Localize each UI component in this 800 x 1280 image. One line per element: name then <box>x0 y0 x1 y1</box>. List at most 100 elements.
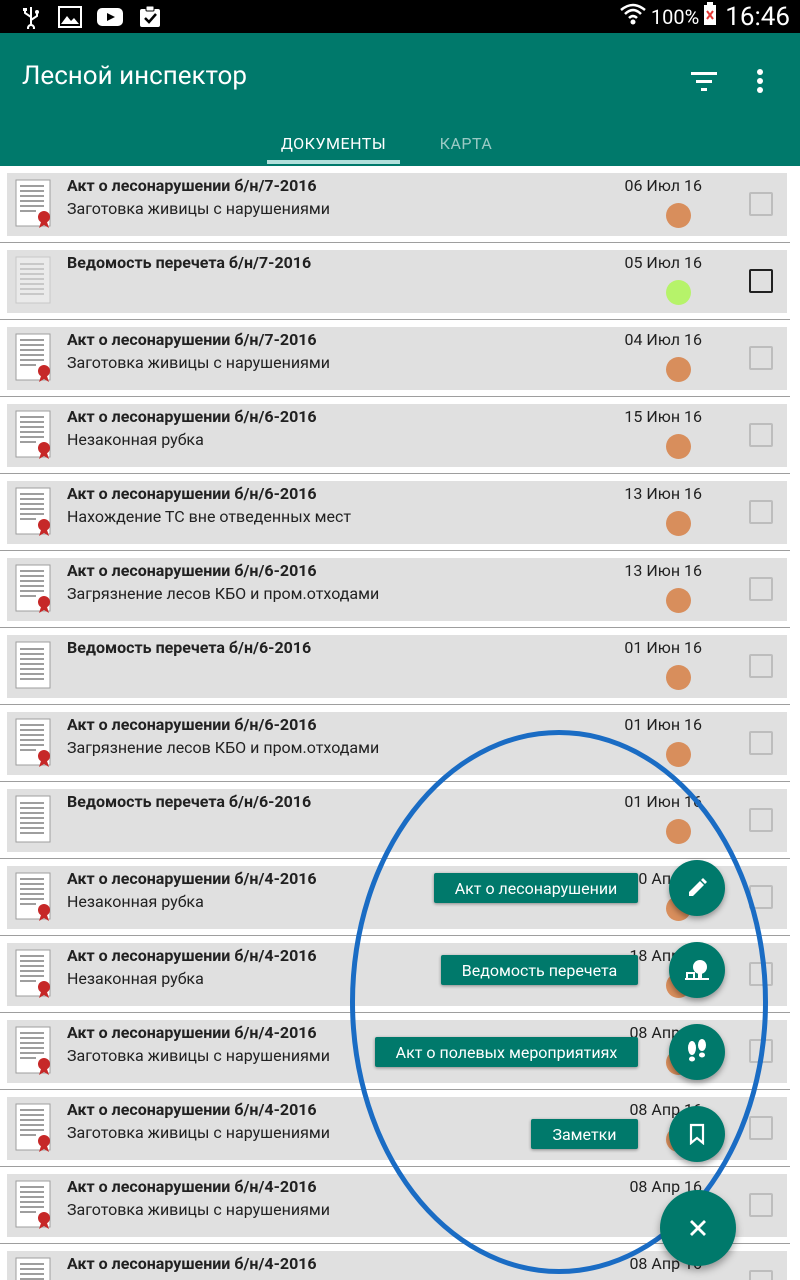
filter-button[interactable] <box>680 57 728 105</box>
act-document-icon <box>15 564 53 614</box>
act-document-icon <box>15 1257 53 1280</box>
fab-label-violation-act[interactable]: Акт о лесонарушении <box>434 873 638 903</box>
act-document-icon <box>15 333 53 383</box>
document-card[interactable]: Акт о лесонарушении б/н/4-2016 08 Апр 16 <box>7 1251 787 1280</box>
more-vert-icon <box>757 69 763 93</box>
row-checkbox[interactable] <box>749 731 773 755</box>
battery-percentage: 100% <box>650 4 700 29</box>
document-title: Акт о лесонарушении б/н/4-2016 <box>67 1023 317 1042</box>
row-checkbox[interactable] <box>749 423 773 447</box>
row-checkbox[interactable] <box>749 577 773 601</box>
status-indicator <box>666 511 691 536</box>
fab-label-notes[interactable]: Заметки <box>531 1119 638 1149</box>
document-title: Ведомость перечета б/н/7-2016 <box>67 253 312 272</box>
document-title: Акт о лесонарушении б/н/4-2016 <box>67 869 317 888</box>
document-subtitle: Заготовка живицы с нарушениями <box>67 353 330 372</box>
fab-label-statement[interactable]: Ведомость перечета <box>441 955 638 985</box>
document-row[interactable]: Акт о лесонарушении б/н/6-2016 Загрязнени… <box>0 551 790 628</box>
act-document-icon <box>15 487 53 537</box>
row-checkbox[interactable] <box>749 1116 773 1140</box>
document-subtitle: Заготовка живицы с нарушениями <box>67 1046 330 1065</box>
act-document-icon <box>15 1180 53 1230</box>
document-card[interactable]: Акт о лесонарушении б/н/6-2016 Незаконная… <box>7 404 787 467</box>
document-title: Ведомость перечета б/н/6-2016 <box>67 638 312 657</box>
app-bar: Лесной инспектор ДОКУМЕНТЫ КАРТА <box>0 33 800 166</box>
row-checkbox[interactable] <box>749 654 773 678</box>
document-card[interactable]: Ведомость перечета б/н/6-2016 01 Июн 16 <box>7 789 787 852</box>
document-subtitle: Заготовка живицы с нарушениями <box>67 1200 330 1219</box>
status-indicator <box>666 588 691 613</box>
statement-document-icon <box>15 795 53 845</box>
status-bar: 100% 16:46 <box>0 0 800 33</box>
fab-violation-act-button[interactable] <box>669 860 725 916</box>
battery-icon <box>703 2 717 31</box>
document-card[interactable]: Ведомость перечета б/н/6-2016 01 Июн 16 <box>7 635 787 698</box>
document-card[interactable]: Акт о лесонарушении б/н/7-2016 Заготовка … <box>7 327 787 390</box>
close-fab-button[interactable] <box>660 1190 736 1266</box>
bookmark-icon <box>689 1123 705 1145</box>
row-checkbox[interactable] <box>749 808 773 832</box>
document-row[interactable]: Акт о лесонарушении б/н/6-2016 Нахождение… <box>0 474 790 551</box>
document-row[interactable]: Акт о лесонарушении б/н/7-2016 Заготовка … <box>0 320 790 397</box>
row-checkbox[interactable] <box>749 1270 773 1280</box>
document-title: Акт о лесонарушении б/н/6-2016 <box>67 484 317 503</box>
row-checkbox[interactable] <box>749 1039 773 1063</box>
document-card[interactable]: Акт о лесонарушении б/н/6-2016 Нахождение… <box>7 481 787 544</box>
document-title: Акт о лесонарушении б/н/6-2016 <box>67 407 317 426</box>
document-title: Акт о лесонарушении б/н/7-2016 <box>67 176 317 195</box>
more-options-button[interactable] <box>740 57 780 105</box>
document-card[interactable]: Акт о лесонарушении б/н/6-2016 Загрязнени… <box>7 558 787 621</box>
act-document-icon <box>15 179 53 229</box>
document-title: Акт о лесонарушении б/н/6-2016 <box>67 561 317 580</box>
document-row[interactable]: Акт о лесонарушении б/н/7-2016 Заготовка … <box>0 166 790 243</box>
fab-label-field-activities[interactable]: Акт о полевых мероприятиях <box>375 1037 638 1067</box>
document-title: Ведомость перечета б/н/6-2016 <box>67 792 312 811</box>
row-checkbox[interactable] <box>749 885 773 909</box>
wifi-icon <box>619 1 647 32</box>
status-indicator <box>666 742 691 767</box>
document-card[interactable]: Акт о лесонарушении б/н/7-2016 Заготовка … <box>7 173 787 236</box>
fab-notes-button[interactable] <box>669 1106 725 1162</box>
document-title: Акт о лесонарушении б/н/7-2016 <box>67 330 317 349</box>
act-document-icon <box>15 1026 53 1076</box>
row-checkbox[interactable] <box>749 962 773 986</box>
document-title: Акт о лесонарушении б/н/4-2016 <box>67 1254 317 1273</box>
document-subtitle: Незаконная рубка <box>67 969 204 988</box>
row-checkbox[interactable] <box>749 192 773 216</box>
status-right-group: 100% 16:46 <box>619 0 790 33</box>
row-checkbox[interactable] <box>749 1193 773 1217</box>
row-checkbox[interactable] <box>749 269 773 293</box>
document-row[interactable]: Акт о лесонарушении б/н/6-2016 Загрязнени… <box>0 705 790 782</box>
document-row[interactable]: Ведомость перечета б/н/6-2016 01 Июн 16 <box>0 782 790 859</box>
document-row[interactable]: Акт о лесонарушении б/н/6-2016 Незаконная… <box>0 397 790 474</box>
row-checkbox[interactable] <box>749 500 773 524</box>
document-date: 05 Июл 16 <box>624 253 702 272</box>
document-subtitle: Нахождение ТС вне отведенных мест <box>67 507 352 526</box>
document-row[interactable]: Ведомость перечета б/н/6-2016 01 Июн 16 <box>0 628 790 705</box>
document-subtitle: Заготовка живицы с нарушениями <box>67 1123 330 1142</box>
document-card[interactable]: Акт о лесонарушении б/н/6-2016 Загрязнени… <box>7 712 787 775</box>
status-indicator <box>666 280 691 305</box>
row-checkbox[interactable] <box>749 346 773 370</box>
act-document-icon <box>15 410 53 460</box>
document-title: Акт о лесонарушении б/н/4-2016 <box>67 1100 317 1119</box>
clock: 16:46 <box>725 1 790 32</box>
document-subtitle: Загрязнение лесов КБО и пром.отходами <box>67 738 380 757</box>
fab-field-activities-button[interactable] <box>669 1024 725 1080</box>
document-title: Акт о лесонарушении б/н/6-2016 <box>67 715 317 734</box>
status-indicator <box>666 819 691 844</box>
document-subtitle: Незаконная рубка <box>67 430 204 449</box>
document-date: 01 Июн 16 <box>624 638 702 657</box>
status-indicator <box>666 434 691 459</box>
document-card[interactable]: Ведомость перечета б/н/7-2016 05 Июл 16 <box>7 250 787 313</box>
act-document-icon <box>15 1103 53 1153</box>
footprints-icon <box>688 1039 706 1062</box>
document-row[interactable]: Ведомость перечета б/н/7-2016 05 Июл 16 <box>0 243 790 320</box>
fab-statement-button[interactable] <box>669 942 725 998</box>
document-title: Акт о лесонарушении б/н/4-2016 <box>67 946 317 965</box>
statement-document-icon <box>15 641 53 691</box>
status-indicator <box>666 665 691 690</box>
document-date: 15 Июн 16 <box>624 407 702 426</box>
tree-stump-icon <box>685 960 709 980</box>
tab-map[interactable]: КАРТА <box>410 121 522 166</box>
